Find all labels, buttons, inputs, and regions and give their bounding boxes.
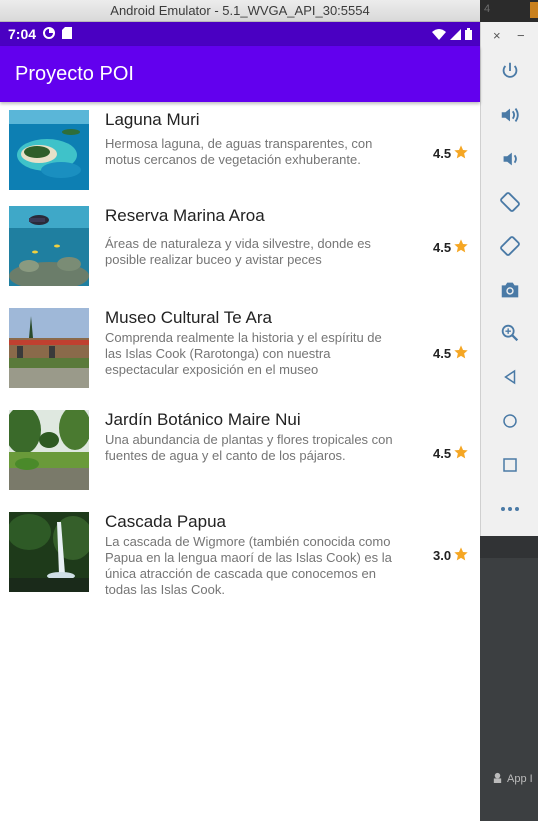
rating-value: 4.5	[433, 146, 452, 161]
rating-value: 3.0	[433, 548, 452, 563]
signal-icon	[450, 25, 461, 44]
place-image	[9, 512, 89, 592]
phone-screen: 7:04 Proyecto POI Laguna Muri Hermosa la…	[0, 22, 480, 821]
volume-up-icon[interactable]	[497, 102, 523, 128]
rotate-left-icon[interactable]	[497, 189, 523, 215]
list-item[interactable]: Cascada Papua La cascada de Wigmore (tam…	[0, 512, 480, 607]
place-title: Reserva Marina Aroa	[105, 206, 265, 225]
wifi-icon	[432, 25, 446, 44]
place-description: La cascada de Wigmore (también conocida …	[105, 534, 392, 597]
ide-bottom-tab-label: App I	[507, 773, 533, 785]
rating: 4.5	[433, 444, 469, 463]
rating: 3.0	[433, 546, 469, 565]
star-icon	[451, 444, 469, 463]
place-image	[9, 110, 89, 190]
rating-value: 4.5	[433, 446, 452, 461]
ide-marker	[530, 2, 538, 18]
list-item[interactable]: Museo Cultural Te Ara Comprenda realment…	[0, 308, 480, 403]
close-emulator-button[interactable]: ×	[493, 28, 501, 43]
place-title: Jardín Botánico Maire Nui	[105, 410, 301, 429]
star-icon	[451, 144, 469, 163]
place-title: Cascada Papua	[105, 512, 226, 531]
item-texts: Museo Cultural Te Ara Comprenda realment…	[105, 308, 395, 378]
rating-value: 4.5	[433, 240, 452, 255]
item-texts: Laguna Muri Hermosa laguna, de aguas tra…	[105, 110, 395, 168]
item-texts: Jardín Botánico Maire Nui Una abundancia…	[105, 410, 395, 464]
item-texts: Reserva Marina Aroa Áreas de naturaleza …	[105, 206, 395, 268]
power-icon[interactable]	[497, 58, 523, 84]
list-item[interactable]: Laguna Muri Hermosa laguna, de aguas tra…	[0, 110, 480, 205]
place-title: Museo Cultural Te Ara	[105, 308, 272, 327]
window-title: Android Emulator - 5.1_WVGA_API_30:5554	[110, 3, 370, 18]
place-description: Hermosa laguna, de aguas transparentes, …	[105, 136, 373, 167]
window-title-bar: Android Emulator - 5.1_WVGA_API_30:5554	[0, 0, 480, 22]
place-image	[9, 410, 89, 490]
rating: 4.5	[433, 238, 469, 257]
place-description: Áreas de naturaleza y vida silvestre, do…	[105, 236, 371, 267]
ide-top-strip: 4	[480, 0, 538, 22]
emulator-toolbar: × −	[480, 22, 538, 536]
item-texts: Cascada Papua La cascada de Wigmore (tam…	[105, 512, 395, 598]
list-item[interactable]: Jardín Botánico Maire Nui Una abundancia…	[0, 410, 480, 505]
ide-band	[480, 536, 538, 558]
sd-card-icon	[62, 26, 73, 42]
battery-icon	[465, 25, 472, 44]
minimize-emulator-button[interactable]: −	[517, 28, 525, 43]
app-bar: Proyecto POI	[0, 46, 480, 102]
star-icon	[451, 344, 469, 363]
back-icon[interactable]	[497, 364, 523, 390]
home-icon[interactable]	[497, 408, 523, 434]
star-icon	[451, 238, 469, 257]
list-item[interactable]: Reserva Marina Aroa Áreas de naturaleza …	[0, 206, 480, 301]
camera-icon[interactable]	[497, 277, 523, 303]
ide-bottom-tab[interactable]: App I	[492, 772, 533, 786]
ide-background: App I	[480, 536, 538, 821]
rotate-right-icon[interactable]	[497, 233, 523, 259]
rating: 4.5	[433, 344, 469, 363]
app-inspection-icon	[492, 772, 503, 786]
place-image	[9, 206, 89, 286]
place-image	[9, 308, 89, 388]
star-icon	[451, 546, 469, 565]
more-icon[interactable]	[497, 496, 523, 522]
status-bar: 7:04	[0, 22, 480, 46]
zoom-icon[interactable]	[497, 320, 523, 346]
data-saver-icon	[43, 26, 56, 42]
rating: 4.5	[433, 144, 469, 163]
app-title: Proyecto POI	[15, 62, 134, 85]
place-description: Una abundancia de plantas y flores tropi…	[105, 432, 393, 463]
status-time: 7:04	[8, 26, 37, 42]
ide-tab-number: 4	[484, 3, 491, 15]
overview-icon[interactable]	[497, 452, 523, 478]
place-title: Laguna Muri	[105, 110, 200, 129]
volume-down-icon[interactable]	[497, 146, 523, 172]
place-description: Comprenda realmente la historia y el esp…	[105, 330, 382, 377]
rating-value: 4.5	[433, 346, 452, 361]
